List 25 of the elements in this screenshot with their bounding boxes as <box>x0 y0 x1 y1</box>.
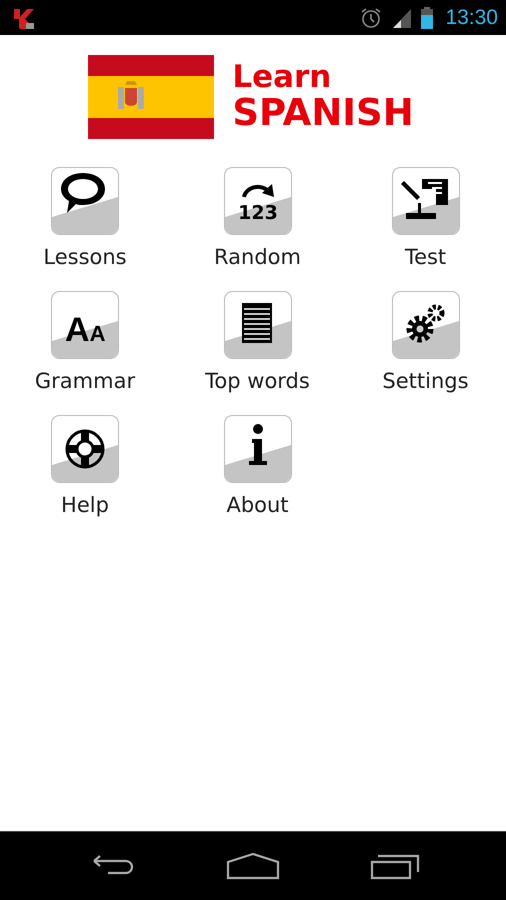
flag-icon <box>88 55 214 139</box>
letters-icon: AA <box>51 291 119 359</box>
gears-icon <box>392 291 460 359</box>
shield-app-icon <box>12 6 36 30</box>
app-title: SPANISH <box>232 94 414 133</box>
menu-item[interactable]: Test <box>345 167 506 269</box>
speech-bubble-icon <box>51 167 119 235</box>
list-icon <box>224 291 292 359</box>
menu-item[interactable]: Settings <box>345 291 506 393</box>
refresh-numbers-icon: 123 <box>224 167 292 235</box>
menu-item[interactable]: AA Grammar <box>0 291 170 393</box>
menu-item[interactable]: Help <box>0 415 170 517</box>
scroll-pen-icon <box>392 167 460 235</box>
home-icon[interactable] <box>226 852 280 880</box>
lifebuoy-icon <box>51 415 119 483</box>
info-icon <box>224 415 292 483</box>
menu-item[interactable]: Top words <box>170 291 345 393</box>
menu-item[interactable]: 123 Random <box>170 167 345 269</box>
menu-item[interactable]: About <box>170 415 345 517</box>
alarm-icon <box>359 6 384 30</box>
menu-item[interactable]: Lessons <box>0 167 170 269</box>
battery-icon <box>421 6 434 30</box>
recent-apps-icon[interactable] <box>370 852 420 880</box>
app-title: Learn <box>232 61 332 94</box>
clock-time: 13:30 <box>445 6 498 30</box>
